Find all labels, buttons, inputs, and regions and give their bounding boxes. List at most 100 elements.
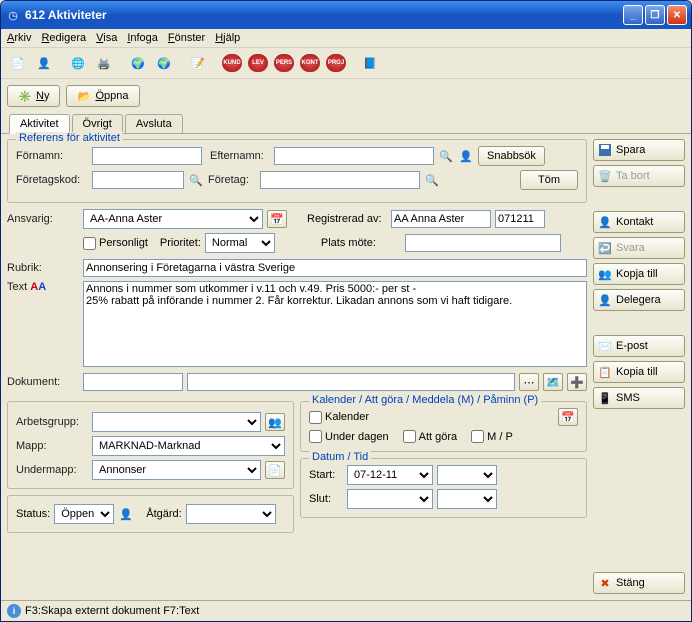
mapp-select[interactable]: MARKNAD-Marknad: [92, 436, 285, 456]
app-icon: ◷: [5, 7, 21, 23]
menu-redigera[interactable]: Redigera: [41, 32, 86, 44]
font-icon[interactable]: A: [30, 281, 38, 293]
toolbar: 📄 👤 🌐 🖨️ 🌍 🌍 📝 KUND LEV PERS KONT PROJ 📘: [1, 48, 691, 79]
mapp-label: Mapp:: [16, 440, 88, 452]
epost-button[interactable]: ✉️E-post: [593, 335, 685, 357]
mp-check[interactable]: M / P: [471, 430, 513, 443]
kalender-check[interactable]: Kalender: [309, 411, 369, 424]
kopia-button[interactable]: 📋Kopia till: [593, 361, 685, 383]
new-doc-icon[interactable]: 📄: [7, 52, 29, 74]
calendar-icon-button[interactable]: 📅: [267, 210, 287, 228]
menu-arkiv[interactable]: AArkivrkiv: [7, 32, 31, 44]
registrerad-input[interactable]: [391, 210, 491, 228]
close-icon: ✖: [598, 576, 612, 590]
kontakt-button[interactable]: 👤Kontakt: [593, 211, 685, 233]
arbetsgrupp-select[interactable]: [92, 412, 261, 432]
dokument-code-input[interactable]: [83, 373, 183, 391]
attgora-check[interactable]: Att göra: [403, 430, 458, 443]
start-date-select[interactable]: 07-12-11: [347, 465, 433, 485]
menu-visa[interactable]: Visa: [96, 32, 117, 44]
referens-group: Referens för aktivitet Förnamn: Efternam…: [7, 139, 587, 203]
info-icon: i: [7, 604, 21, 618]
sms-icon: 📱: [598, 391, 612, 405]
delete-icon: 🗑️: [598, 169, 612, 183]
badge-proj[interactable]: PROJ: [325, 52, 347, 74]
globe-icon[interactable]: 🌐: [67, 52, 89, 74]
new-user-icon[interactable]: 👤: [33, 52, 55, 74]
foretagskod-label: Företagskod:: [16, 174, 88, 186]
oppna-button[interactable]: 📂Öppna: [66, 85, 139, 107]
prioritet-select[interactable]: Normal: [205, 233, 275, 253]
badge-pers[interactable]: PERS: [273, 52, 295, 74]
text-textarea[interactable]: Annons i nummer som utkommer i v.11 och …: [83, 281, 587, 367]
underdagen-check[interactable]: Under dagen: [309, 430, 389, 443]
badge-lev[interactable]: LEV: [247, 52, 269, 74]
note-icon[interactable]: 📝: [187, 52, 209, 74]
slut-date-select[interactable]: [347, 489, 433, 509]
kopja-button[interactable]: 👥Kopja till: [593, 263, 685, 285]
kalender-group: Kalender / Att göra / Meddela (M) / Påmi…: [300, 401, 587, 452]
status-person-icon[interactable]: 👤: [118, 506, 134, 522]
doc-add-icon[interactable]: ➕: [567, 373, 587, 391]
foretagskod-input[interactable]: [92, 171, 184, 189]
atgard-label: Åtgärd:: [146, 508, 181, 520]
book-icon[interactable]: 📘: [359, 52, 381, 74]
tabs: Aktivitet Övrigt Avsluta: [1, 114, 691, 134]
tom-button[interactable]: Töm: [520, 170, 578, 190]
search-icon-2[interactable]: 🔍: [188, 172, 204, 188]
spara-button[interactable]: Spara: [593, 139, 685, 161]
undermapp-select[interactable]: Annonser: [92, 460, 261, 480]
efternamn-input[interactable]: [274, 147, 434, 165]
tab-avsluta[interactable]: Avsluta: [125, 114, 183, 133]
doc-action-icon[interactable]: 🗺️: [543, 373, 563, 391]
tab-ovrigt[interactable]: Övrigt: [72, 114, 123, 133]
status-select[interactable]: Öppen: [54, 504, 114, 524]
tabort-button[interactable]: 🗑️Ta bort: [593, 165, 685, 187]
side-panel: Spara 🗑️Ta bort 👤Kontakt ↩️Svara 👥Kopja …: [593, 139, 685, 594]
kalender-open-icon[interactable]: 📅: [558, 408, 578, 426]
close-window-button[interactable]: ✕: [667, 5, 687, 25]
datum-legend: Datum / Tid: [309, 451, 371, 463]
badge-kont[interactable]: KONT: [299, 52, 321, 74]
badge-kund[interactable]: KUND: [221, 52, 243, 74]
stang-button[interactable]: ✖Stäng: [593, 572, 685, 594]
maximize-button[interactable]: ❐: [645, 5, 665, 25]
arbetsgrupp-icon[interactable]: 👥: [265, 413, 285, 431]
kont-icon[interactable]: 🌍: [127, 52, 149, 74]
tab-aktivitet[interactable]: Aktivitet: [9, 114, 70, 134]
action-bar: ✳️Ny 📂Öppna: [1, 79, 691, 113]
search-icon[interactable]: 🔍: [438, 148, 454, 164]
plats-input[interactable]: [405, 234, 561, 252]
minimize-button[interactable]: _: [623, 5, 643, 25]
slut-time-select[interactable]: [437, 489, 497, 509]
person-icon[interactable]: 👤: [458, 148, 474, 164]
foretag-icon[interactable]: 🌍: [153, 52, 175, 74]
dokument-label: Dokument:: [7, 376, 79, 388]
menu-hjalp[interactable]: Hjälp: [215, 32, 240, 44]
svara-button[interactable]: ↩️Svara: [593, 237, 685, 259]
search-icon-3[interactable]: 🔍: [424, 172, 440, 188]
snabbsok-button[interactable]: Snabbsök: [478, 146, 545, 166]
open-icon: 📂: [77, 89, 91, 103]
rubrik-input[interactable]: [83, 259, 587, 277]
ny-button[interactable]: ✳️Ny: [7, 85, 60, 107]
ansvarig-select[interactable]: AA-Anna Aster: [83, 209, 263, 229]
delegera-button[interactable]: 👤Delegera: [593, 289, 685, 311]
sms-button[interactable]: 📱SMS: [593, 387, 685, 409]
menu-fonster[interactable]: Fönster: [168, 32, 205, 44]
menu-infoga[interactable]: Infoga: [127, 32, 158, 44]
title-bar: ◷ 612 Aktiviteter _ ❐ ✕: [1, 1, 691, 29]
registrerad-date-input[interactable]: [495, 210, 545, 228]
start-label: Start:: [309, 469, 343, 481]
start-time-select[interactable]: [437, 465, 497, 485]
atgard-select[interactable]: [186, 504, 276, 524]
personligt-check[interactable]: Personligt: [83, 237, 148, 250]
print-icon[interactable]: 🖨️: [93, 52, 115, 74]
dokument-input[interactable]: [187, 373, 515, 391]
undermapp-icon[interactable]: 📄: [265, 461, 285, 479]
mail-icon: ✉️: [598, 339, 612, 353]
browse-button[interactable]: ⋯: [519, 373, 539, 391]
foretag-input[interactable]: [260, 171, 420, 189]
fornamn-input[interactable]: [92, 147, 202, 165]
contact-icon: 👤: [598, 215, 612, 229]
